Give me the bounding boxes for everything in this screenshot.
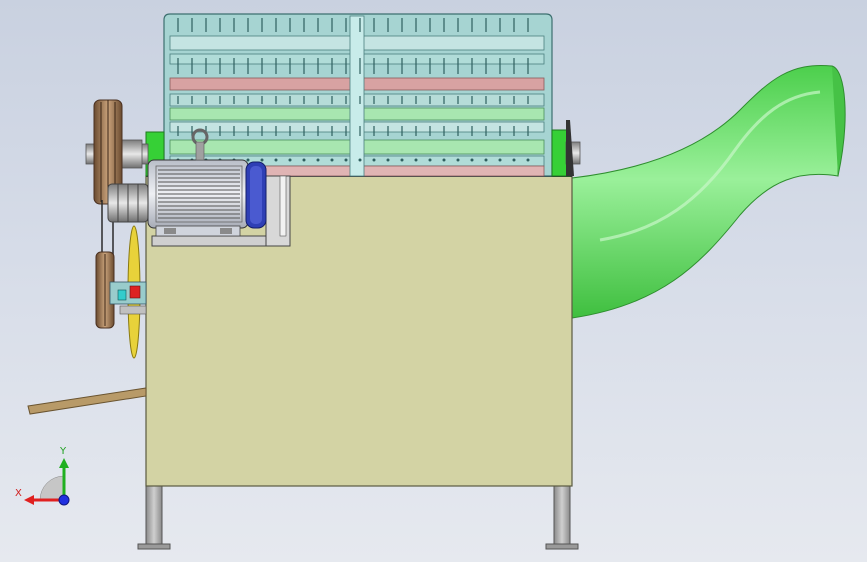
comb-hole: [456, 158, 460, 162]
y-axis-label: Y: [59, 446, 67, 457]
comb-hole: [330, 158, 334, 162]
cad-viewport[interactable]: Y X: [0, 0, 867, 562]
comb-hole: [288, 158, 292, 162]
comb-hole: [274, 158, 278, 162]
comb-hole: [414, 158, 418, 162]
comb-hole: [386, 158, 390, 162]
comb-hole: [372, 158, 376, 162]
comb-hole: [498, 158, 502, 162]
comb-hole: [316, 158, 320, 162]
comb-hole: [428, 158, 432, 162]
comb-hole: [512, 158, 516, 162]
z-axis-dot: [58, 494, 70, 506]
comb-hole: [470, 158, 474, 162]
feed-fan: [109, 225, 147, 359]
x-axis-label: X: [15, 488, 22, 499]
coordinate-triad: Y X: [15, 446, 70, 506]
comb-hole: [358, 158, 362, 162]
machine-drawing: Y X: [15, 13, 846, 550]
comb-hole: [302, 158, 306, 162]
comb-hole: [260, 158, 264, 162]
machine-legs: [137, 485, 579, 550]
comb-hole: [400, 158, 404, 162]
comb-hole: [526, 158, 530, 162]
outlet-duct: [571, 64, 846, 319]
comb-hole: [484, 158, 488, 162]
motor-pulley: [107, 183, 149, 223]
comb-hole: [442, 158, 446, 162]
comb-frame: [163, 13, 553, 177]
lever-arm: [27, 387, 147, 415]
comb-hole: [344, 158, 348, 162]
comb-hole: [246, 158, 250, 162]
